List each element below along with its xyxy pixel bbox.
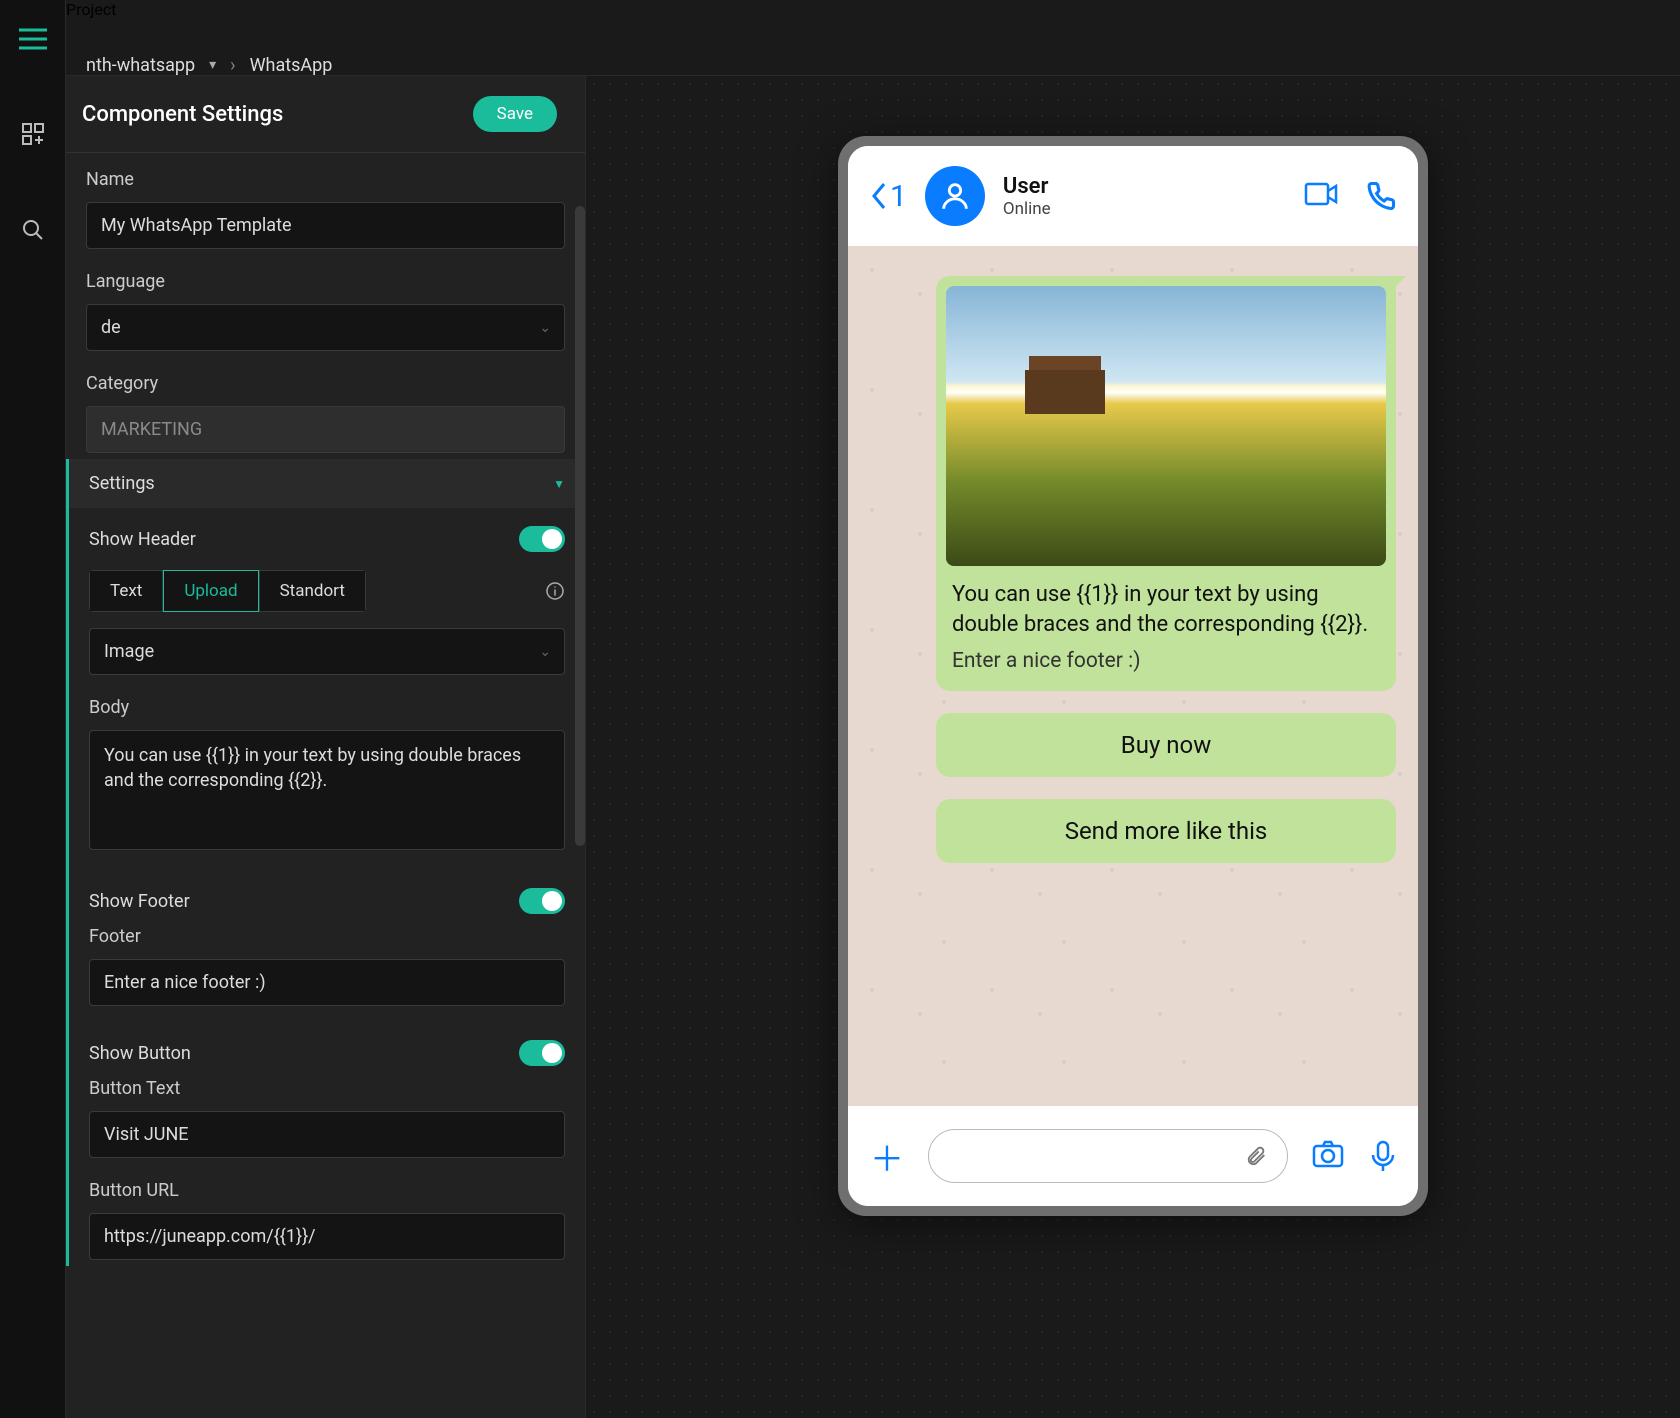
search-icon[interactable]	[21, 218, 45, 242]
category-label: Category	[86, 373, 565, 394]
breadcrumb-page[interactable]: WhatsApp	[250, 55, 333, 76]
video-call-icon[interactable]	[1304, 181, 1338, 211]
menu-icon[interactable]	[19, 28, 47, 50]
attachment-icon[interactable]	[1245, 1145, 1267, 1167]
chevron-down-icon[interactable]: ▾	[209, 57, 216, 73]
back-button[interactable]: 1	[870, 179, 907, 214]
button-url-label: Button URL	[89, 1180, 565, 1201]
language-select[interactable]: de	[86, 304, 565, 351]
footer-label: Footer	[89, 926, 565, 947]
plus-icon[interactable]: ＋	[870, 1132, 904, 1181]
category-input	[86, 406, 565, 453]
show-footer-toggle[interactable]	[519, 888, 565, 914]
show-footer-label: Show Footer	[89, 891, 190, 912]
show-button-label: Show Button	[89, 1043, 191, 1064]
chat-body: You can use {{1}} in your text by using …	[848, 246, 1418, 1106]
message-input[interactable]	[928, 1129, 1288, 1183]
chevron-right-icon: ›	[230, 55, 235, 76]
project-label: Project	[66, 0, 116, 19]
chat-user-name: User	[1003, 174, 1286, 199]
info-icon[interactable]	[545, 581, 565, 601]
settings-section-label: Settings	[89, 473, 155, 494]
settings-panel: Component Settings Save Name Language de…	[66, 76, 586, 1418]
components-icon[interactable]	[21, 122, 45, 146]
button-url-input[interactable]	[89, 1213, 565, 1260]
save-button[interactable]: Save	[473, 96, 557, 132]
camera-icon[interactable]	[1312, 1140, 1344, 1172]
phone-frame: 1 User Online	[838, 136, 1428, 1216]
left-rail	[0, 0, 66, 1418]
header-tab-text[interactable]: Text	[89, 570, 163, 612]
body-label: Body	[89, 697, 565, 718]
body-textarea[interactable]	[89, 730, 565, 850]
caret-down-icon: ▼	[553, 477, 565, 491]
header-tab-upload[interactable]: Upload	[163, 570, 258, 612]
button-text-input[interactable]	[89, 1111, 565, 1158]
chat-input-bar: ＋	[848, 1106, 1418, 1206]
preview-canvas: 1 User Online	[586, 76, 1680, 1418]
panel-title: Component Settings	[82, 102, 283, 127]
quick-reply-button-2[interactable]: Send more like this	[936, 799, 1396, 863]
show-header-toggle[interactable]	[519, 526, 565, 552]
button-text-label: Button Text	[89, 1078, 565, 1099]
microphone-icon[interactable]	[1370, 1140, 1396, 1172]
chat-user-status: Online	[1003, 199, 1286, 219]
chat-header: 1 User Online	[848, 146, 1418, 246]
header-tab-standort[interactable]: Standort	[259, 570, 366, 612]
name-input[interactable]	[86, 202, 565, 249]
scrollbar-thumb[interactable]	[575, 206, 585, 846]
language-label: Language	[86, 271, 565, 292]
header-media-select[interactable]: Image	[89, 628, 565, 675]
back-count: 1	[890, 179, 907, 214]
show-header-label: Show Header	[89, 529, 196, 550]
message-body-text: You can use {{1}} in your text by using …	[946, 566, 1386, 645]
header-type-segmented: Text Upload Standort	[89, 570, 366, 612]
voice-call-icon[interactable]	[1366, 181, 1396, 211]
breadcrumb-project[interactable]: nth-whatsapp	[86, 55, 195, 76]
name-label: Name	[86, 169, 565, 190]
message-footer-text: Enter a nice footer :)	[946, 645, 1386, 681]
quick-reply-button-1[interactable]: Buy now	[936, 713, 1396, 777]
footer-input[interactable]	[89, 959, 565, 1006]
message-bubble: You can use {{1}} in your text by using …	[936, 276, 1396, 691]
show-button-toggle[interactable]	[519, 1040, 565, 1066]
message-header-image	[946, 286, 1386, 566]
scrollbar-track[interactable]	[575, 206, 585, 926]
avatar[interactable]	[925, 166, 985, 226]
settings-section-header[interactable]: Settings ▼	[66, 459, 585, 508]
